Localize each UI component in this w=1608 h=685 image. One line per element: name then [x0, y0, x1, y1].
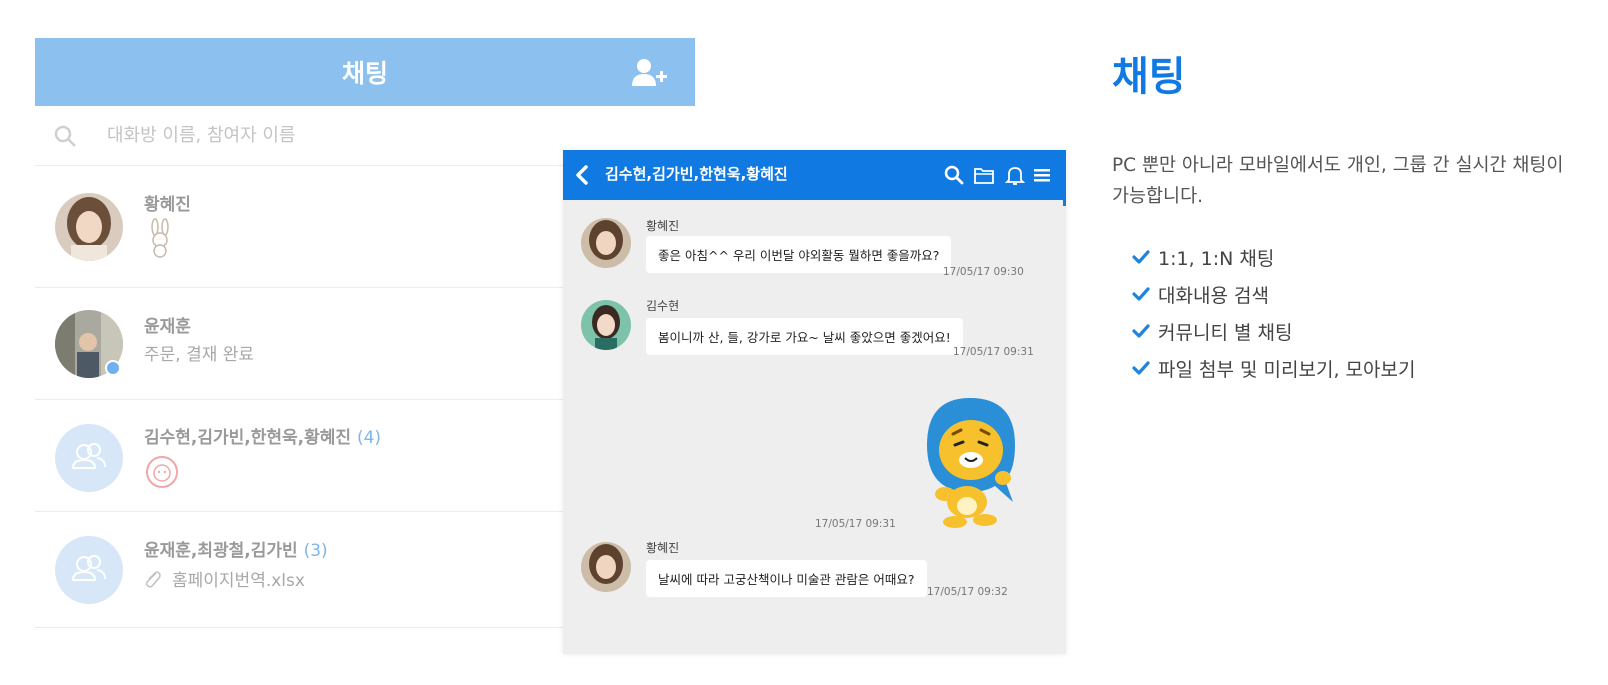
- add-user-icon[interactable]: [631, 58, 669, 88]
- feature-item: 파일 첨부 및 미리보기, 모아보기: [1132, 355, 1415, 392]
- member-count: (4): [356, 428, 382, 448]
- feature-item: 대화내용 검색: [1132, 281, 1415, 318]
- message-time: 17/05/17 09:31: [953, 346, 1034, 358]
- search-icon[interactable]: [943, 164, 965, 186]
- check-icon: [1132, 324, 1150, 338]
- message-bubble: 좋은 아침^^ 우리 이번달 야외활동 뭘하면 좋을까요?: [646, 236, 952, 273]
- message-bubble: 봄이니까 산, 들, 강가로 가요~ 날씨 좋았으면 좋겠어요!: [646, 318, 963, 355]
- feature-description: PC 뿐만 아니라 모바일에서도 개인, 그룹 간 실시간 채팅이 가능합니다.: [1112, 155, 1564, 207]
- feature-item: 커뮤니티 별 채팅: [1132, 318, 1415, 355]
- room-name: 윤재훈: [144, 317, 191, 337]
- message-time: 17/05/17 09:32: [927, 586, 1008, 598]
- bell-icon[interactable]: [1004, 164, 1026, 186]
- check-icon: [1132, 287, 1150, 301]
- feature-title: 채팅: [1112, 54, 1186, 100]
- chat-list-header: 채팅: [35, 38, 695, 106]
- feature-list: 1:1, 1:N 채팅 대화내용 검색 커뮤니티 별 채팅 파일 첨부 및 미리…: [1132, 244, 1415, 392]
- folder-icon[interactable]: [973, 164, 995, 186]
- avatar: [581, 218, 631, 268]
- member-count: (3): [303, 541, 328, 561]
- feature-label: 커뮤니티 별 채팅: [1158, 322, 1293, 344]
- tiger-sticker: [927, 398, 1015, 528]
- group-icon: [71, 555, 106, 581]
- room-name: 윤재훈,최광철,김가빈 (3): [144, 536, 328, 561]
- group-avatar: [55, 424, 123, 492]
- message-time: 17/05/17 09:31: [815, 518, 896, 530]
- chat-window: 김수현,김가빈,한현욱,황혜진 황혜진 좋은 아침^^ 우리 이번달 야외활동 …: [563, 150, 1066, 654]
- group-icon: [71, 443, 106, 469]
- back-icon[interactable]: [575, 164, 589, 186]
- room-name: 김수현,김가빈,한현욱,황혜진 (4): [144, 423, 381, 448]
- check-icon: [1132, 361, 1150, 375]
- menu-icon[interactable]: [1031, 164, 1053, 186]
- chat-header: 김수현,김가빈,한현욱,황혜진: [563, 150, 1066, 200]
- sender-name: 황혜진: [646, 219, 680, 233]
- avatar: [55, 193, 123, 261]
- character-sticker-icon: [146, 456, 178, 488]
- sender-name: 황혜진: [646, 541, 680, 555]
- paperclip-icon: [145, 571, 161, 588]
- scrollbar[interactable]: [1063, 200, 1066, 206]
- chat-title: 김수현,김가빈,한현욱,황혜진: [605, 165, 788, 183]
- group-avatar: [55, 536, 123, 604]
- rabbit-sticker-icon: [151, 218, 169, 258]
- room-name-text: 김수현,김가빈,한현욱,황혜진: [144, 428, 352, 448]
- chat-list-title: 채팅: [341, 59, 388, 88]
- page: 채팅 대화방 이름, 참여자 이름 황혜진 윤재훈 주문, 결재 완료 김수현,…: [0, 0, 1608, 685]
- avatar: [581, 300, 631, 350]
- feature-label: 파일 첨부 및 미리보기, 모아보기: [1158, 359, 1416, 381]
- search-input[interactable]: [107, 120, 547, 150]
- room-name-text: 윤재훈,최광철,김가빈: [144, 541, 298, 561]
- room-preview: 주문, 결재 완료: [144, 345, 255, 365]
- message-time: 17/05/17 09:30: [943, 266, 1024, 278]
- feature-label: 1:1, 1:N 채팅: [1158, 248, 1275, 270]
- check-icon: [1132, 250, 1150, 264]
- feature-label: 대화내용 검색: [1158, 285, 1269, 307]
- online-status-dot: [105, 360, 121, 376]
- sender-name: 김수현: [646, 299, 680, 313]
- message-bubble: 날씨에 따라 고궁산책이나 미술관 관람은 어때요?: [646, 560, 927, 597]
- room-preview: 홈페이지번역.xlsx: [172, 571, 305, 591]
- avatar: [581, 542, 631, 592]
- search-icon: [54, 125, 76, 147]
- room-name: 황혜진: [144, 195, 191, 215]
- feature-item: 1:1, 1:N 채팅: [1132, 244, 1415, 281]
